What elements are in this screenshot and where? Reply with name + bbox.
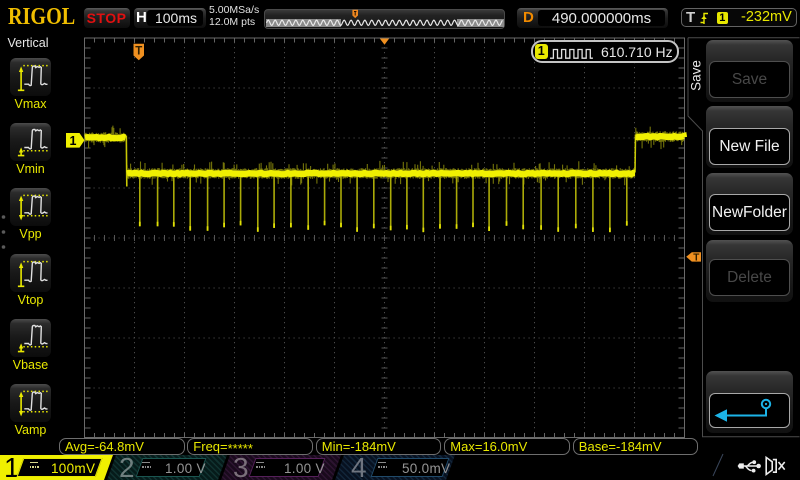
- svg-text:1: 1: [70, 134, 77, 148]
- svg-text:T: T: [135, 46, 142, 58]
- svg-text:T: T: [693, 252, 699, 263]
